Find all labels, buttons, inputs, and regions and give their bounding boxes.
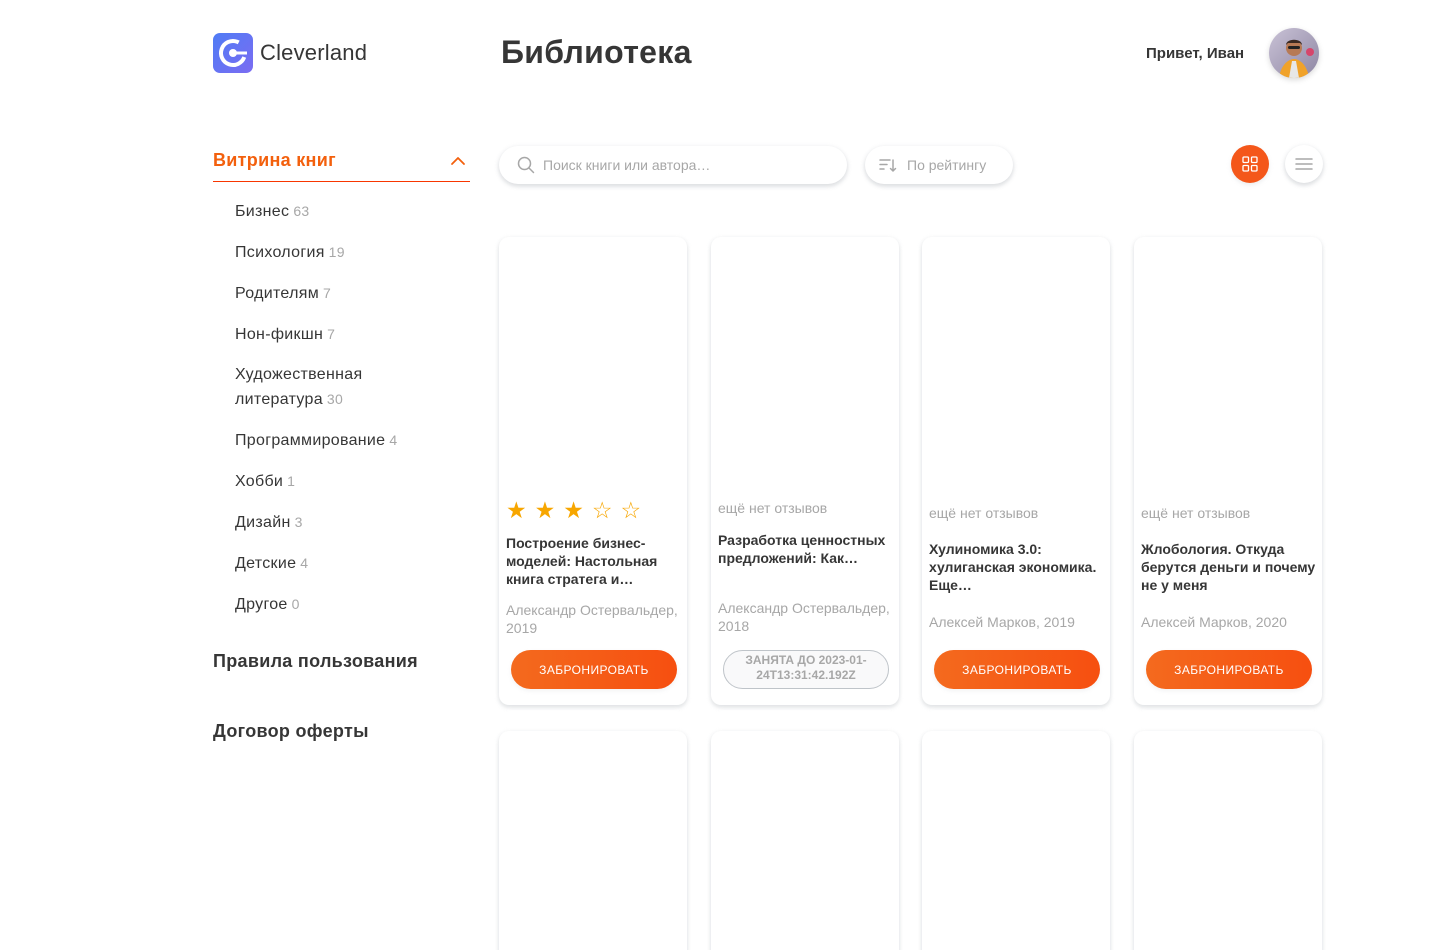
genre-item-fiction[interactable]: Художественная литература 30 [235,363,435,412]
star-empty-icon: ☆ [620,497,642,523]
genre-count: 4 [300,555,309,571]
genre-count: 30 [326,391,344,407]
nav-offer-link[interactable]: Договор оферты [213,721,369,742]
book-card[interactable] [1134,731,1322,950]
genre-count: 4 [389,432,398,448]
book-card[interactable]: ещё нет отзывов Жлобология. Откуда берут… [1134,237,1322,705]
grid-view-button[interactable] [1231,145,1269,183]
book-card[interactable]: ★ ★ ★ ☆ ☆ Построение бизнес-моделей: Нас… [499,237,687,705]
no-reviews-label: ещё нет отзывов [718,500,828,516]
nav-rules-link[interactable]: Правила пользования [213,651,418,672]
nav-showcase-header[interactable]: Витрина книг [213,140,470,182]
book-reserve-button[interactable]: Забронировать [934,650,1100,689]
nav-showcase-label: Витрина книг [213,150,336,170]
book-card[interactable]: ещё нет отзывов Разработка ценностных пр… [711,237,899,705]
logo-icon [213,33,253,73]
list-icon [1295,158,1313,170]
book-reserve-button[interactable]: Забронировать [511,650,677,689]
genre-item-hobby[interactable]: Хобби 1 [235,469,435,494]
genre-count: 63 [293,203,310,219]
book-title: Хулиномика 3.0: хулиганская экономика. Е… [929,541,1097,593]
book-author: Алексей Марков, 2020 [1141,614,1287,630]
book-author: Александр Остервальдер, 2018 [718,600,890,634]
avatar-image [1269,28,1319,78]
book-reserve-button[interactable]: Забронировать [1146,650,1312,689]
book-card[interactable] [499,731,687,950]
chevron-up-icon [451,156,465,165]
book-author: Александр Остервальдер, 2019 [506,602,678,636]
star-empty-icon: ☆ [591,497,613,523]
search-box[interactable] [499,146,847,184]
sort-label: По рейтингу [907,157,987,173]
page-title: Библиотека [501,34,692,70]
star-filled-icon: ★ [506,497,527,523]
genre-count: 0 [291,596,300,612]
genre-count: 19 [328,244,345,260]
logo[interactable]: Cleverland [213,33,367,73]
book-title: Построение бизнес-моделей: Настольная кн… [506,535,658,587]
no-reviews-label: ещё нет отзывов [929,505,1039,521]
book-author: Алексей Марков, 2019 [929,614,1075,630]
user-greeting: Привет, Иван [1146,45,1245,62]
genre-count: 1 [287,473,296,489]
genre-item-design[interactable]: Дизайн 3 [235,510,435,535]
sort-icon [879,159,897,172]
genre-count: 3 [294,514,303,530]
genre-item-psychology[interactable]: Психология 19 [235,240,435,265]
no-reviews-label: ещё нет отзывов [1141,505,1251,521]
book-card[interactable] [922,731,1110,950]
genre-item-kids[interactable]: Детские 4 [235,551,435,576]
logo-text: Cleverland [260,40,368,65]
rating-stars: ★ ★ ★ ☆ ☆ [506,497,642,523]
genre-count: 7 [327,326,336,342]
search-icon [517,156,535,174]
list-view-button[interactable] [1285,145,1323,183]
book-title: Разработка ценностных предложений: Как… [718,532,886,566]
book-busy-status: Занята до 2023-01-24T13:31:42.192Z [723,650,889,689]
genre-item-business[interactable]: Бизнес 63 [235,199,435,224]
genre-list: Бизнес 63 Психология 19 Родителям 7 Нон-фик… [235,199,435,633]
book-title: Жлобология. Откуда берутся деньги и поче… [1141,541,1316,593]
genre-count: 7 [323,285,332,301]
search-input[interactable] [543,157,833,173]
sort-button[interactable]: По рейтингу [865,146,1013,184]
genre-item-programming[interactable]: Программирование 4 [235,428,435,453]
star-filled-icon: ★ [563,497,584,523]
genre-item-other[interactable]: Другое 0 [235,592,435,617]
star-filled-icon: ★ [534,497,556,523]
genre-item-non-fiction[interactable]: Нон-фикшн 7 [235,322,435,347]
genre-item-parents[interactable]: Родителям 7 [235,281,435,306]
book-card[interactable] [711,731,899,950]
avatar[interactable] [1269,28,1319,78]
grid-icon [1242,156,1258,172]
book-card[interactable]: ещё нет отзывов Хулиномика 3.0: хулиганс… [922,237,1110,705]
